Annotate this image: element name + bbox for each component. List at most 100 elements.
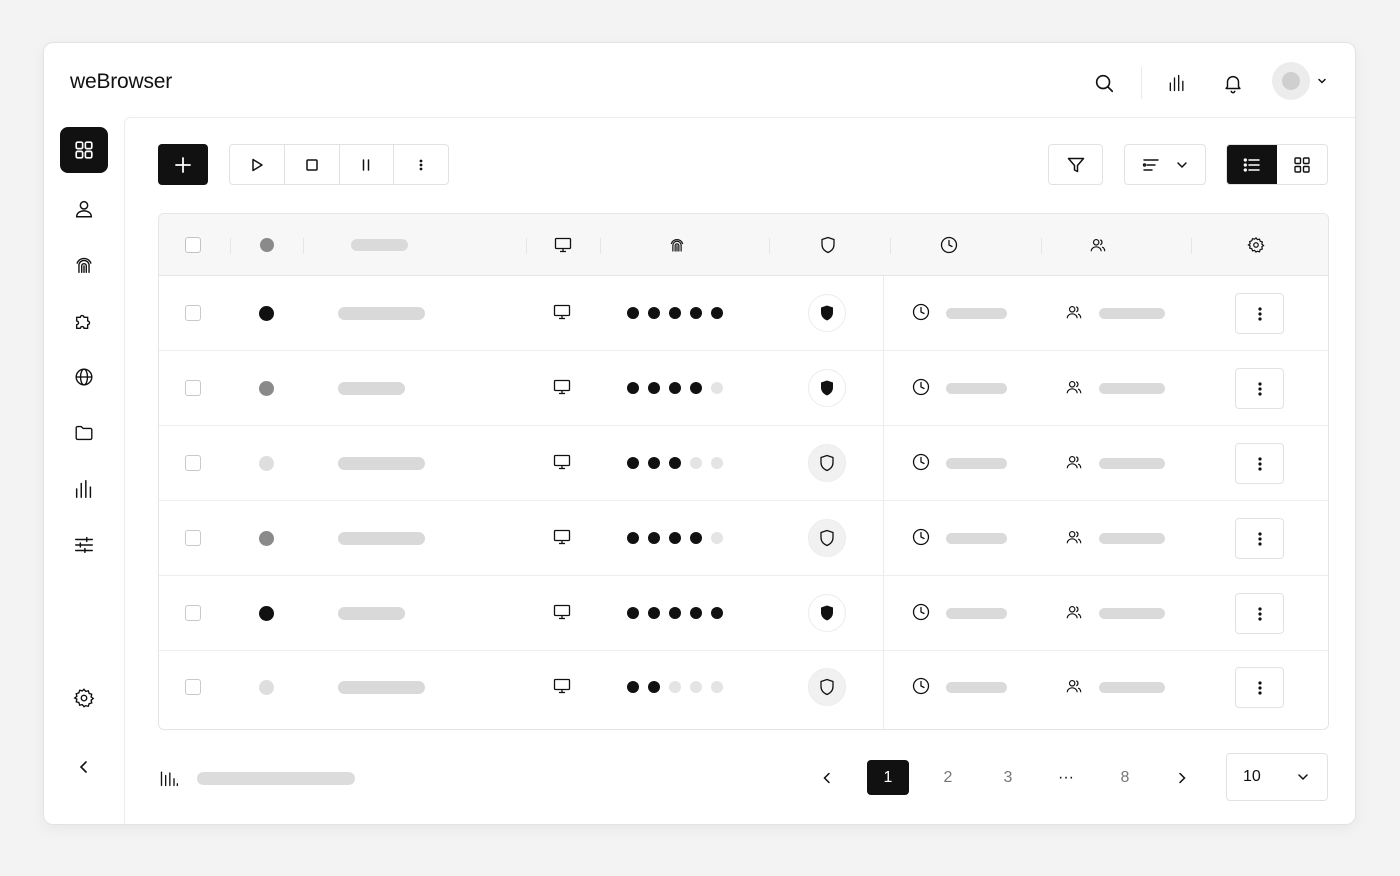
sidebar-item-fingerprints[interactable] (60, 242, 108, 288)
profile-name-placeholder (338, 382, 405, 395)
more-actions-button[interactable] (394, 145, 448, 184)
monitor-icon (553, 453, 573, 473)
table-row[interactable] (159, 276, 1328, 351)
shield-icon (820, 678, 834, 696)
next-page-button[interactable] (1170, 760, 1194, 795)
row-checkbox[interactable] (185, 679, 201, 695)
table-row[interactable] (159, 576, 1328, 651)
per-page-select[interactable]: 10 (1226, 753, 1328, 801)
protection-badge[interactable] (808, 294, 846, 332)
app-logo: weBrowser (70, 70, 173, 93)
clock-icon (912, 378, 932, 398)
protection-badge[interactable] (808, 369, 846, 407)
row-more-button[interactable] (1235, 667, 1284, 708)
time-placeholder (946, 608, 1007, 619)
sidebar-item-settings-sliders[interactable] (60, 522, 108, 568)
protection-badge[interactable] (808, 444, 846, 482)
strength-dot (627, 457, 639, 469)
play-button[interactable] (230, 145, 285, 184)
strength-dot (648, 532, 660, 544)
page-button-1[interactable]: 1 (867, 760, 909, 795)
table-row[interactable] (159, 351, 1328, 426)
clock-icon (912, 677, 932, 697)
monitor-icon (553, 677, 573, 697)
table-row[interactable] (159, 501, 1328, 576)
users-placeholder (1099, 682, 1165, 693)
grid-view-button[interactable] (1277, 145, 1327, 184)
profile-name-placeholder (338, 457, 425, 470)
chevron-down-icon[interactable] (1314, 73, 1330, 89)
users-icon (1065, 378, 1085, 398)
strength-dot (669, 307, 681, 319)
row-more-button[interactable] (1235, 368, 1284, 409)
protection-badge[interactable] (808, 594, 846, 632)
row-checkbox[interactable] (185, 305, 201, 321)
table-row[interactable] (159, 426, 1328, 501)
monitor-icon[interactable] (553, 236, 573, 254)
sidebar-item-settings[interactable] (60, 675, 108, 721)
avatar[interactable] (1272, 62, 1310, 100)
page-button-8[interactable]: 8 (1112, 760, 1138, 795)
sidebar-item-proxies[interactable] (60, 354, 108, 400)
prev-page-button[interactable] (815, 760, 839, 795)
status-column-header[interactable] (259, 236, 274, 254)
strength-dot (690, 532, 702, 544)
strength-dot (690, 607, 702, 619)
sliders-icon (75, 536, 93, 554)
filter-button[interactable] (1048, 144, 1103, 185)
name-column-header[interactable] (351, 236, 408, 254)
fingerprint-icon[interactable] (667, 236, 687, 254)
users-placeholder (1099, 608, 1165, 619)
users-icon (1065, 303, 1085, 323)
row-checkbox[interactable] (185, 605, 201, 621)
select-all-checkbox[interactable] (185, 236, 201, 254)
gear-icon[interactable] (1246, 236, 1266, 254)
shield-icon[interactable] (818, 236, 838, 254)
status-dot (259, 680, 274, 695)
sidebar-item-analytics[interactable] (60, 466, 108, 512)
collapse-sidebar-button[interactable] (60, 744, 108, 790)
users-icon (1065, 677, 1085, 697)
playback-controls (229, 144, 449, 185)
sort-dropdown[interactable] (1124, 144, 1206, 185)
users-icon[interactable] (1088, 236, 1108, 254)
bar-chart-icon[interactable] (1159, 65, 1195, 101)
protection-badge[interactable] (808, 519, 846, 557)
row-checkbox[interactable] (185, 530, 201, 546)
users-placeholder (1099, 383, 1165, 394)
search-icon[interactable] (1086, 65, 1122, 101)
row-more-button[interactable] (1235, 593, 1284, 634)
clock-icon[interactable] (939, 236, 959, 254)
protection-badge[interactable] (808, 668, 846, 706)
add-button[interactable] (158, 144, 208, 185)
sidebar-item-profiles[interactable] (60, 186, 108, 232)
strength-dot (648, 382, 660, 394)
fingerprint-strength (627, 532, 723, 544)
more-vertical-icon (1257, 456, 1262, 471)
strength-dot (711, 532, 723, 544)
monitor-icon (553, 378, 573, 398)
pause-button[interactable] (340, 145, 395, 184)
strength-dot (648, 681, 660, 693)
sidebar-item-extensions[interactable] (60, 298, 108, 344)
sidebar-item-dashboard[interactable] (60, 127, 108, 173)
row-checkbox[interactable] (185, 455, 201, 471)
row-more-button[interactable] (1235, 518, 1284, 559)
bell-icon[interactable] (1215, 65, 1251, 101)
list-view-button[interactable] (1227, 145, 1277, 184)
app-window: weBrowser 1 2 3 ··· 8 10 (43, 42, 1356, 825)
stop-button[interactable] (285, 145, 340, 184)
table-row[interactable] (159, 650, 1328, 725)
sidebar-item-folders[interactable] (60, 410, 108, 456)
users-placeholder (1099, 458, 1165, 469)
row-more-button[interactable] (1235, 443, 1284, 484)
strength-dot (669, 457, 681, 469)
row-checkbox[interactable] (185, 380, 201, 396)
strength-dot (669, 681, 681, 693)
page-button-2[interactable]: 2 (935, 760, 961, 795)
page-button-3[interactable]: 3 (995, 760, 1021, 795)
row-more-button[interactable] (1235, 293, 1284, 334)
more-vertical-icon (1257, 680, 1262, 695)
chevron-down-icon (1177, 161, 1187, 168)
strength-dot (648, 307, 660, 319)
